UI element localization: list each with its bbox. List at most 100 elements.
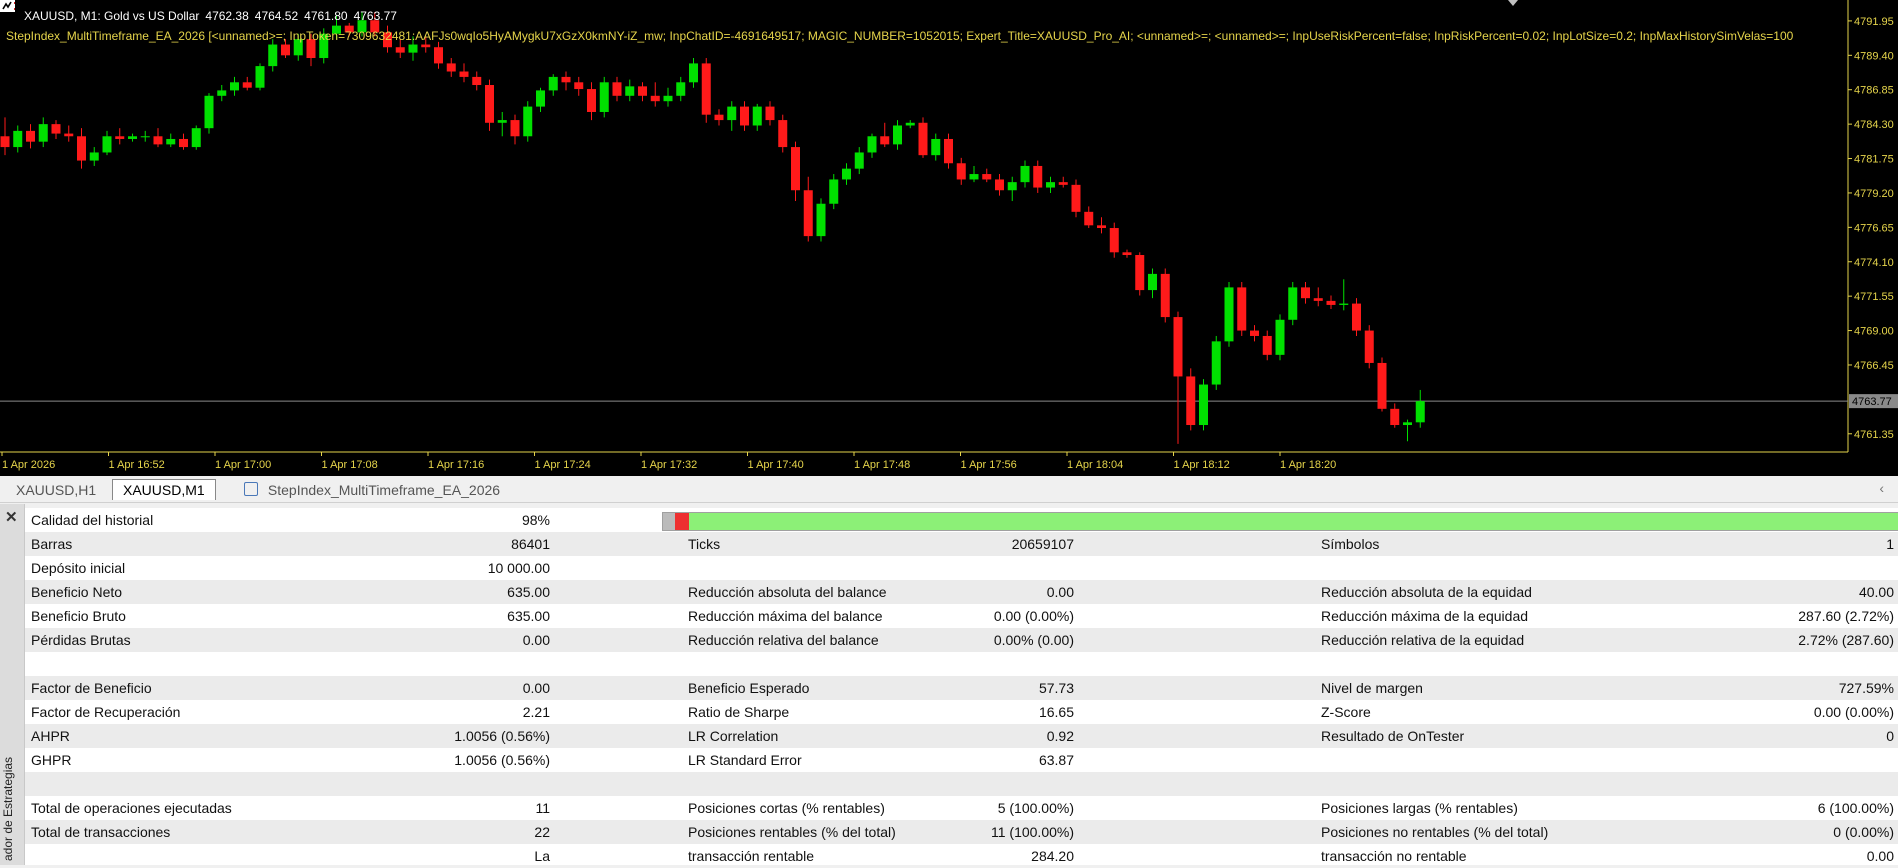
bull-candle — [408, 44, 418, 53]
bull-candle — [1199, 384, 1208, 426]
tab-xauusd-h1[interactable]: XAUUSD,H1 — [6, 480, 106, 500]
bear-candle — [242, 82, 252, 88]
bear-candle — [612, 82, 622, 96]
bull-candle — [166, 138, 176, 145]
bull-candle — [625, 86, 635, 96]
candlestick-chart[interactable]: 4791.95 4789.40 4786.85 4784.30 4781.75 4779.… — [0, 0, 1898, 476]
price-tick-label: 4786.85 — [1854, 85, 1894, 97]
bull-candle — [867, 136, 877, 153]
report-row — [25, 652, 1898, 676]
report-label: Posiciones rentables (% del total) — [688, 824, 896, 840]
report-label: GHPR — [31, 752, 72, 768]
price-tick-label: 4789.40 — [1854, 50, 1894, 62]
tab-strategy-report[interactable]: StepIndex_MultiTimeframe_EA_2026 — [234, 480, 510, 500]
report-row: Depósito inicial 10 000.00 — [25, 556, 1898, 580]
chart-menu-icon[interactable] — [0, 0, 14, 12]
bear-candle — [1173, 317, 1183, 377]
report-label: LR Standard Error — [688, 752, 802, 768]
bear-candle — [982, 174, 992, 180]
bear-candle — [395, 47, 405, 53]
bear-candle — [714, 114, 724, 121]
bull-candle — [1339, 303, 1349, 305]
bull-candle — [1007, 182, 1017, 191]
bear-candle — [803, 190, 813, 237]
bear-candle — [880, 136, 890, 145]
close-icon[interactable]: ✕ — [5, 508, 18, 526]
bear-candle — [587, 89, 596, 112]
tab-label: XAUUSD,H1 — [16, 482, 97, 498]
report-label: Reducción máxima de la equidad — [1321, 608, 1529, 624]
report-value: 284.20 — [1031, 848, 1074, 864]
bear-candle — [1364, 330, 1374, 363]
price-tick-label: 4761.35 — [1854, 429, 1894, 441]
report-value: 11 — [535, 800, 550, 816]
bull-candle — [599, 82, 609, 112]
report-value: 22 — [534, 824, 550, 840]
bear-candle — [1084, 211, 1094, 226]
report-row: Beneficio Neto 635.00 Reducción absoluta d… — [25, 580, 1898, 604]
bear-candle — [778, 120, 788, 148]
report-label: Beneficio Bruto — [31, 608, 126, 624]
report-label: transacción rentable — [688, 848, 815, 864]
price-tick-label: 4776.65 — [1854, 222, 1894, 234]
bull-candle — [128, 136, 137, 139]
bear-candle — [1058, 182, 1068, 185]
bear-candle — [561, 76, 571, 83]
bull-candle — [536, 90, 545, 107]
report-value: 0.00 — [522, 680, 550, 696]
symbol-description: XAUUSD, M1: Gold vs US Dollar — [24, 9, 200, 23]
report-label: Beneficio Neto — [31, 584, 123, 600]
bear-candle — [434, 47, 443, 64]
bear-candle — [1390, 408, 1400, 426]
bull-candle — [969, 174, 979, 180]
bull-candle — [204, 95, 214, 129]
report-row: GHPR 1.0056 (0.56%) LR Standard Error 63.87 — [25, 748, 1898, 772]
quality-bar-gray-segment — [663, 513, 675, 530]
bear-candle — [791, 147, 800, 191]
report-value: 0.00 (0.00%) — [1813, 704, 1894, 720]
bear-candle — [1122, 252, 1132, 256]
report-label: Posiciones largas (% rentables) — [1321, 800, 1518, 816]
bull-candle — [816, 203, 826, 237]
report-label: Reducción absoluta de la equidad — [1321, 584, 1532, 600]
report-row: AHPR 1.0056 (0.56%) LR Correlation 0.92 Resu… — [25, 724, 1898, 748]
time-tick-label: 1 Apr 18:04 — [1067, 459, 1123, 471]
bear-candle — [485, 85, 494, 123]
time-tick-label: 1 Apr 2026 — [2, 459, 55, 471]
chart-shift-marker-icon[interactable] — [1508, 0, 1518, 6]
report-row: Beneficio Bruto 635.00 Reducción máxima de… — [25, 604, 1898, 628]
current-price-label: 4763.77 — [1852, 396, 1892, 408]
tab-xauusd-m1[interactable]: XAUUSD,M1 — [112, 479, 216, 500]
report-value: 40.00 — [1858, 584, 1894, 600]
bull-candle — [842, 168, 851, 180]
strategy-tester-label: ador de Estrategias — [1, 756, 15, 861]
report-label: Símbolos — [1321, 536, 1380, 552]
expert-parameters-line: StepIndex_MultiTimeframe_EA_2026 [<unnam… — [6, 29, 1794, 43]
report-value: 0.00 — [1046, 584, 1074, 600]
ohlc-low: 4761.80 — [304, 9, 348, 23]
bull-candle — [548, 76, 558, 91]
bull-candle — [752, 106, 762, 126]
bear-candle — [918, 122, 928, 156]
report-row: Total de transacciones 22 Posiciones renta… — [25, 820, 1898, 844]
bull-candle — [497, 120, 507, 123]
report-value: 1 — [1886, 536, 1894, 552]
tabs-scroll-left-icon[interactable]: ‹ — [1879, 480, 1884, 496]
report-label: Factor de Beneficio — [31, 680, 152, 696]
report-label: Posiciones no rentables (% del total) — [1321, 824, 1549, 840]
history-quality-bar — [662, 512, 1898, 531]
report-label: Ratio de Sharpe — [688, 704, 790, 720]
price-chart[interactable]: 4791.95 4789.40 4786.85 4784.30 4781.75 4779.… — [0, 0, 1898, 476]
report-row: Total de operaciones ejecutadas 11 Posicio… — [25, 796, 1898, 820]
bear-candle — [1326, 300, 1336, 305]
bull-candle — [1046, 182, 1055, 188]
bull-candle — [230, 82, 239, 91]
report-label: Nivel de margen — [1321, 680, 1423, 696]
bear-candle — [153, 136, 163, 145]
bull-candle — [1415, 401, 1425, 423]
report-label: Total de transacciones — [31, 824, 171, 840]
bear-candle — [1033, 165, 1043, 188]
time-tick-label: 1 Apr 17:16 — [428, 459, 484, 471]
report-value: La — [534, 848, 550, 864]
bull-candle — [13, 130, 23, 148]
